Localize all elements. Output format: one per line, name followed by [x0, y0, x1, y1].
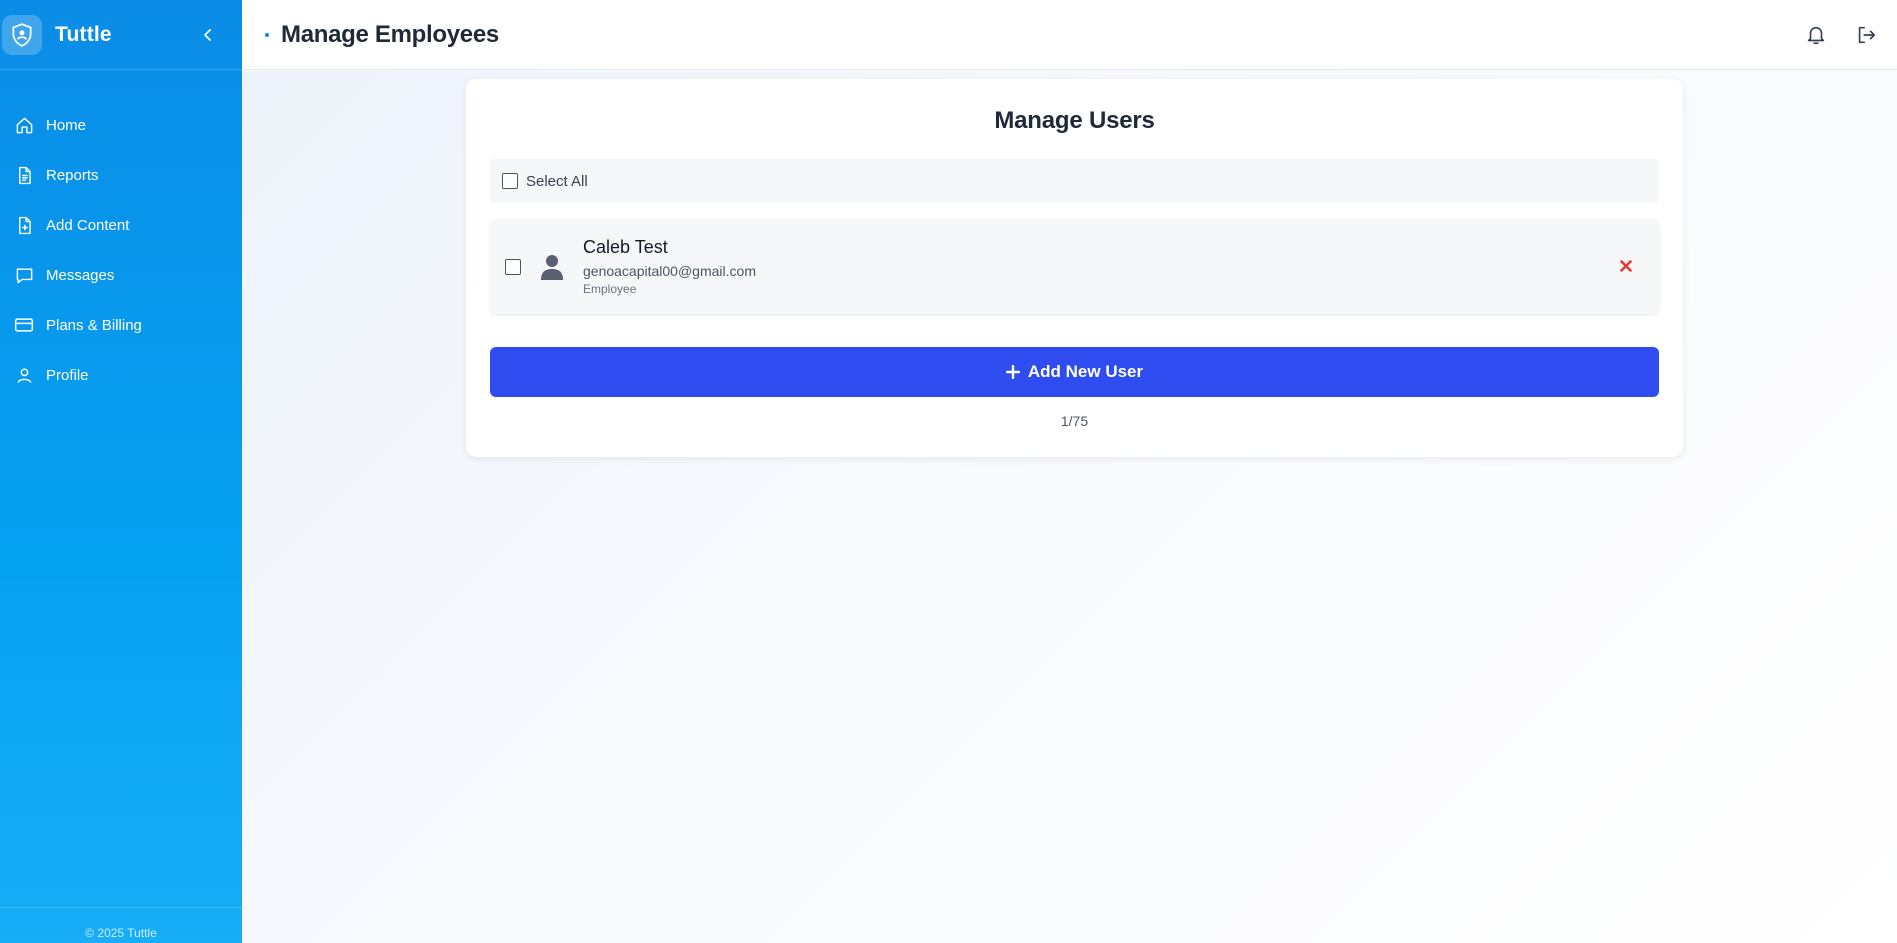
top-bar: Manage Employees [242, 0, 1897, 70]
sidebar: Tuttle Home Reports Add Content Messages… [0, 0, 242, 943]
sidebar-item-label: Messages [46, 266, 115, 284]
user-count: 1/75 [1060, 413, 1089, 429]
user-role: Employee [583, 282, 637, 296]
bell-icon [1807, 26, 1825, 45]
user-checkbox[interactable] [505, 258, 521, 275]
logout-icon [1858, 26, 1876, 44]
manage-users-card: Manage Users Select All Caleb Test genoa… [466, 79, 1683, 457]
collapse-sidebar-button[interactable] [198, 23, 218, 47]
file-plus-icon [14, 215, 34, 235]
select-all-row: Select All [490, 159, 1659, 203]
sidebar-item-label: Reports [46, 166, 99, 184]
logout-button[interactable] [1853, 22, 1879, 48]
page-title: Manage Employees [281, 20, 499, 48]
credit-card-icon [14, 315, 34, 335]
card-title: Manage Users [994, 107, 1155, 134]
notifications-button[interactable] [1803, 22, 1829, 48]
sidebar-item-messages[interactable]: Messages [0, 250, 242, 300]
user-info: Caleb Test genoacapital00@gmail.com Empl… [583, 237, 756, 296]
home-icon [14, 115, 34, 135]
sidebar-item-label: Home [46, 116, 87, 134]
user-icon [14, 365, 34, 385]
user-avatar-icon [539, 252, 565, 282]
close-icon [1620, 260, 1632, 272]
sidebar-item-label: Plans & Billing [46, 316, 142, 334]
select-all-label: Select All [526, 172, 588, 190]
chevron-left-icon [204, 29, 211, 41]
copyright-text: © 2025 Tuttle [85, 926, 157, 940]
top-actions [1803, 22, 1879, 48]
main-content: Manage Users Select All Caleb Test genoa… [242, 71, 1897, 943]
sidebar-footer: © 2025 Tuttle [0, 907, 242, 943]
sidebar-item-label: Add Content [46, 216, 130, 234]
shield-logo-icon [2, 14, 42, 55]
sidebar-item-plans-billing[interactable]: Plans & Billing [0, 300, 242, 350]
user-name: Caleb Test [583, 237, 668, 257]
list-item: Caleb Test genoacapital00@gmail.com Empl… [490, 219, 1659, 314]
sidebar-item-add-content[interactable]: Add Content [0, 200, 242, 250]
sidebar-item-label: Profile [46, 366, 89, 384]
plus-icon [1005, 365, 1020, 379]
message-icon [14, 265, 34, 285]
title-dot-icon [265, 32, 269, 37]
sidebar-item-home[interactable]: Home [0, 100, 242, 150]
sidebar-item-reports[interactable]: Reports [0, 150, 242, 200]
add-new-user-label: Add New User [1027, 362, 1144, 381]
document-icon [14, 165, 34, 185]
sidebar-item-profile[interactable]: Profile [0, 350, 242, 400]
remove-user-button[interactable] [1617, 257, 1635, 275]
user-email: genoacapital00@gmail.com [583, 263, 756, 279]
add-new-user-button[interactable]: Add New User [490, 347, 1659, 397]
sidebar-nav: Home Reports Add Content Messages Plans … [0, 100, 242, 400]
brand: Tuttle [0, 0, 242, 70]
brand-name: Tuttle [55, 22, 112, 46]
select-all-checkbox[interactable] [502, 173, 518, 189]
